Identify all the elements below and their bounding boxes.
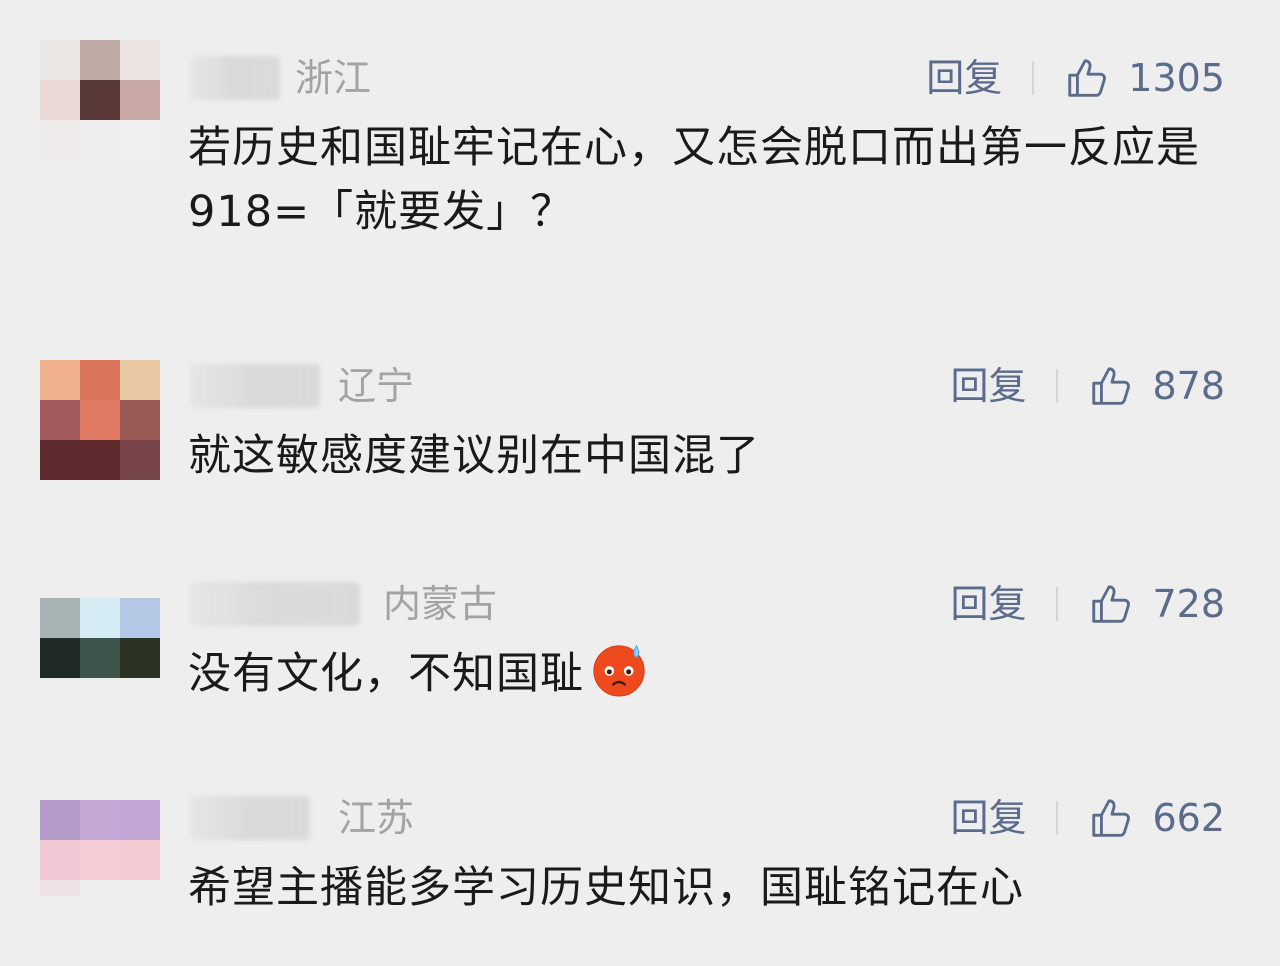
avatar-mosaic-cell <box>40 40 80 80</box>
comment-actions: 回复 1305 <box>926 56 1225 100</box>
avatar-mosaic-cell <box>40 840 80 880</box>
avatar-mosaic-cell <box>120 880 160 896</box>
comment-actions: 回复 662 <box>950 796 1225 840</box>
avatar-mosaic-cell <box>120 800 160 840</box>
avatar-mosaic-cell <box>40 440 80 480</box>
avatar-mosaic-cell <box>120 638 160 678</box>
avatar-mosaic-cell <box>120 360 160 400</box>
avatar-mosaic-cell <box>120 120 160 160</box>
avatar-mosaic-cell <box>40 800 80 840</box>
thumbs-up-icon <box>1092 585 1131 623</box>
like-button[interactable]: 728 <box>1088 581 1225 627</box>
avatar-mosaic-cell <box>120 400 160 440</box>
thumbs-up-icon <box>1092 799 1131 837</box>
reply-button[interactable]: 回复 <box>950 364 1026 408</box>
avatar-mosaic-cell <box>80 120 120 160</box>
avatar-mosaic-cell <box>120 840 160 880</box>
thumbs-up-icon <box>1068 59 1107 97</box>
avatar-mosaic-cell <box>40 360 80 400</box>
like-button[interactable]: 878 <box>1088 363 1225 409</box>
avatar-mosaic-cell <box>40 120 80 160</box>
avatar[interactable] <box>40 40 160 160</box>
divider <box>1056 801 1059 835</box>
avatar[interactable] <box>40 598 160 680</box>
avatar-mosaic-cell <box>40 678 80 680</box>
thumbs-up-icon <box>1092 367 1131 405</box>
like-count: 1305 <box>1128 56 1225 100</box>
reply-button[interactable]: 回复 <box>950 582 1026 626</box>
username-blurred[interactable] <box>190 56 280 100</box>
divider <box>1056 587 1059 621</box>
avatar-mosaic-cell <box>40 638 80 678</box>
divider <box>1056 369 1059 403</box>
divider <box>1032 61 1035 95</box>
avatar-mosaic-cell <box>80 638 120 678</box>
avatar-mosaic-cell <box>80 840 120 880</box>
avatar-mosaic-cell <box>40 400 80 440</box>
avatar-mosaic-cell <box>80 360 120 400</box>
reply-button[interactable]: 回复 <box>926 56 1002 100</box>
avatar-mosaic-cell <box>40 80 80 120</box>
avatar-mosaic-cell <box>80 80 120 120</box>
like-count: 662 <box>1152 796 1225 840</box>
avatar[interactable] <box>40 800 160 896</box>
like-button[interactable]: 1305 <box>1064 55 1225 101</box>
avatar-mosaic-cell <box>80 678 120 680</box>
like-count: 878 <box>1152 364 1225 408</box>
reply-button[interactable]: 回复 <box>950 796 1026 840</box>
region-label: 内蒙古 <box>383 582 498 626</box>
avatar-mosaic-cell <box>120 678 160 680</box>
avatar-mosaic-cell <box>80 880 120 896</box>
comment-text: 没有文化，不知国耻 <box>188 640 1228 706</box>
comment-text: 若历史和国耻牢记在心，又怎会脱口而出第一反应是918=「就要发」？ <box>188 123 1200 237</box>
avatar-mosaic-cell <box>40 598 80 638</box>
avatar-mosaic-cell <box>80 800 120 840</box>
avatar-mosaic-cell <box>80 400 120 440</box>
username-blurred[interactable] <box>190 364 320 408</box>
avatar-mosaic-cell <box>120 598 160 638</box>
anxious-sweat-face-emoji-icon <box>593 644 645 697</box>
avatar-mosaic-cell <box>80 440 120 480</box>
comment-actions: 回复 878 <box>950 364 1225 408</box>
avatar-mosaic-cell <box>120 40 160 80</box>
username-blurred[interactable] <box>190 796 310 840</box>
comment-text: 就这敏感度建议别在中国混了 <box>188 431 760 481</box>
username-blurred[interactable] <box>190 582 360 626</box>
avatar-mosaic-cell <box>120 80 160 120</box>
avatar[interactable] <box>40 360 160 480</box>
avatar-mosaic-cell <box>120 440 160 480</box>
region-label: 浙江 <box>295 56 372 100</box>
comment-text-body: 没有文化，不知国耻 <box>188 649 584 699</box>
region-label: 江苏 <box>338 796 415 840</box>
avatar-mosaic-cell <box>40 880 80 896</box>
comment-actions: 回复 728 <box>950 582 1225 626</box>
like-button[interactable]: 662 <box>1088 795 1225 841</box>
like-count: 728 <box>1152 582 1225 626</box>
region-label: 辽宁 <box>338 364 415 408</box>
avatar-mosaic-cell <box>80 598 120 638</box>
avatar-mosaic-cell <box>80 40 120 80</box>
comment-text: 希望主播能多学习历史知识，国耻铭记在心 <box>188 863 1024 913</box>
